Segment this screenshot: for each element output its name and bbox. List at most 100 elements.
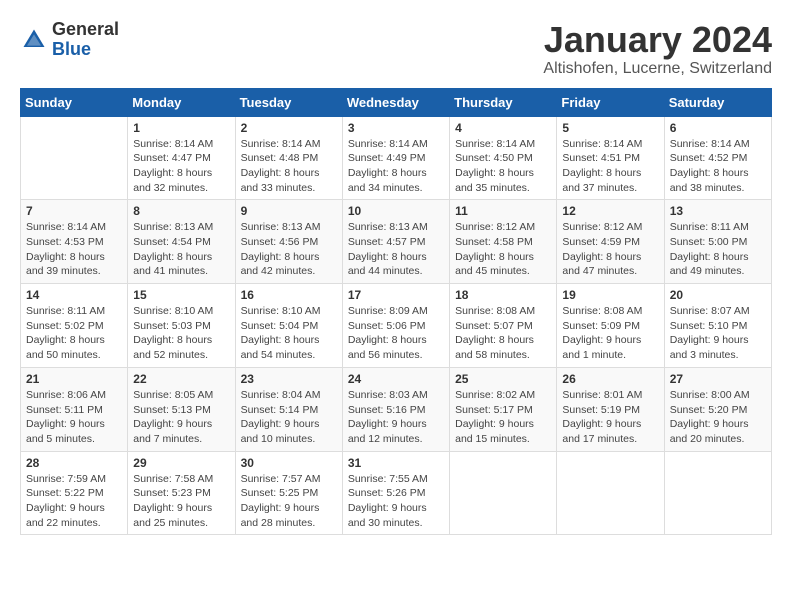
calendar-cell: 10Sunrise: 8:13 AMSunset: 4:57 PMDayligh… bbox=[342, 200, 449, 284]
day-detail: Sunrise: 8:14 AMSunset: 4:51 PMDaylight:… bbox=[562, 137, 658, 196]
calendar-cell: 20Sunrise: 8:07 AMSunset: 5:10 PMDayligh… bbox=[664, 284, 771, 368]
day-number: 4 bbox=[455, 121, 551, 135]
calendar-cell: 11Sunrise: 8:12 AMSunset: 4:58 PMDayligh… bbox=[450, 200, 557, 284]
header-row: SundayMondayTuesdayWednesdayThursdayFrid… bbox=[21, 88, 772, 116]
day-detail: Sunrise: 8:01 AMSunset: 5:19 PMDaylight:… bbox=[562, 388, 658, 447]
day-number: 13 bbox=[670, 204, 766, 218]
day-detail: Sunrise: 8:14 AMSunset: 4:49 PMDaylight:… bbox=[348, 137, 444, 196]
calendar-week-row: 14 Sunrise: 8:11 AMSunset: 5:02 PMDayligh… bbox=[21, 284, 772, 368]
weekday-header: Wednesday bbox=[342, 88, 449, 116]
day-number: 14 bbox=[26, 288, 122, 302]
location-subtitle: Altishofen, Lucerne, Switzerland bbox=[543, 60, 772, 78]
day-detail: Sunrise: 8:14 AMSunset: 4:53 PMDaylight:… bbox=[26, 220, 122, 279]
calendar-cell bbox=[21, 116, 128, 200]
day-number: 24 bbox=[348, 372, 444, 386]
day-detail: Sunrise: 8:04 AMSunset: 5:14 PMDaylight:… bbox=[241, 388, 337, 447]
calendar-cell: 18 Sunrise: 8:08 AMSunset: 5:07 PMDayligh… bbox=[450, 284, 557, 368]
day-number: 9 bbox=[241, 204, 337, 218]
day-detail: Sunrise: 8:13 AMSunset: 4:54 PMDaylight:… bbox=[133, 220, 229, 279]
day-detail: Sunrise: 8:14 AMSunset: 4:48 PMDaylight:… bbox=[241, 137, 337, 196]
calendar-cell bbox=[664, 451, 771, 535]
month-title: January 2024 bbox=[543, 20, 772, 60]
calendar-cell: 15Sunrise: 8:10 AMSunset: 5:03 PMDayligh… bbox=[128, 284, 235, 368]
calendar-cell: 28 Sunrise: 7:59 AMSunset: 5:22 PMDayligh… bbox=[21, 451, 128, 535]
day-detail: Sunrise: 8:11 AMSunset: 5:02 PMDaylight:… bbox=[26, 304, 122, 363]
calendar-cell: 2Sunrise: 8:14 AMSunset: 4:48 PMDaylight… bbox=[235, 116, 342, 200]
calendar-cell: 21 Sunrise: 8:06 AMSunset: 5:11 PMDayligh… bbox=[21, 367, 128, 451]
weekday-header: Monday bbox=[128, 88, 235, 116]
day-detail: Sunrise: 8:10 AMSunset: 5:04 PMDaylight:… bbox=[241, 304, 337, 363]
weekday-header: Tuesday bbox=[235, 88, 342, 116]
day-detail: Sunrise: 7:58 AMSunset: 5:23 PMDaylight:… bbox=[133, 472, 229, 531]
day-detail: Sunrise: 8:14 AMSunset: 4:52 PMDaylight:… bbox=[670, 137, 766, 196]
day-number: 12 bbox=[562, 204, 658, 218]
day-detail: Sunrise: 8:05 AMSunset: 5:13 PMDaylight:… bbox=[133, 388, 229, 447]
calendar-week-row: 21 Sunrise: 8:06 AMSunset: 5:11 PMDayligh… bbox=[21, 367, 772, 451]
day-number: 16 bbox=[241, 288, 337, 302]
calendar-cell: 23 Sunrise: 8:04 AMSunset: 5:14 PMDayligh… bbox=[235, 367, 342, 451]
day-number: 25 bbox=[455, 372, 551, 386]
day-detail: Sunrise: 8:12 AMSunset: 4:58 PMDaylight:… bbox=[455, 220, 551, 279]
calendar-cell: 4Sunrise: 8:14 AMSunset: 4:50 PMDaylight… bbox=[450, 116, 557, 200]
calendar-cell: 25 Sunrise: 8:02 AMSunset: 5:17 PMDayligh… bbox=[450, 367, 557, 451]
day-detail: Sunrise: 7:57 AMSunset: 5:25 PMDaylight:… bbox=[241, 472, 337, 531]
day-number: 30 bbox=[241, 456, 337, 470]
calendar-cell: 29 Sunrise: 7:58 AMSunset: 5:23 PMDayligh… bbox=[128, 451, 235, 535]
day-number: 3 bbox=[348, 121, 444, 135]
calendar-cell: 22 Sunrise: 8:05 AMSunset: 5:13 PMDayligh… bbox=[128, 367, 235, 451]
day-number: 22 bbox=[133, 372, 229, 386]
calendar-cell bbox=[450, 451, 557, 535]
day-detail: Sunrise: 8:11 AMSunset: 5:00 PMDaylight:… bbox=[670, 220, 766, 279]
header: General Blue January 2024 Altishofen, Lu… bbox=[20, 20, 772, 78]
day-number: 6 bbox=[670, 121, 766, 135]
title-block: January 2024 Altishofen, Lucerne, Switze… bbox=[543, 20, 772, 78]
calendar-cell: 24 Sunrise: 8:03 AMSunset: 5:16 PMDayligh… bbox=[342, 367, 449, 451]
logo-blue: Blue bbox=[52, 39, 91, 59]
day-number: 28 bbox=[26, 456, 122, 470]
day-detail: Sunrise: 8:06 AMSunset: 5:11 PMDaylight:… bbox=[26, 388, 122, 447]
day-detail: Sunrise: 8:14 AMSunset: 4:47 PMDaylight:… bbox=[133, 137, 229, 196]
logo-text: General Blue bbox=[52, 20, 119, 60]
calendar-week-row: 1 Sunrise: 8:14 AMSunset: 4:47 PMDaylight… bbox=[21, 116, 772, 200]
day-detail: Sunrise: 8:08 AMSunset: 5:07 PMDaylight:… bbox=[455, 304, 551, 363]
day-detail: Sunrise: 8:12 AMSunset: 4:59 PMDaylight:… bbox=[562, 220, 658, 279]
day-number: 7 bbox=[26, 204, 122, 218]
calendar-cell bbox=[557, 451, 664, 535]
day-number: 29 bbox=[133, 456, 229, 470]
calendar-body: 1 Sunrise: 8:14 AMSunset: 4:47 PMDaylight… bbox=[21, 116, 772, 535]
day-number: 21 bbox=[26, 372, 122, 386]
day-number: 5 bbox=[562, 121, 658, 135]
day-number: 19 bbox=[562, 288, 658, 302]
calendar-cell: 14 Sunrise: 8:11 AMSunset: 5:02 PMDayligh… bbox=[21, 284, 128, 368]
calendar-cell: 17 Sunrise: 8:09 AMSunset: 5:06 PMDayligh… bbox=[342, 284, 449, 368]
logo-general: General bbox=[52, 19, 119, 39]
day-detail: Sunrise: 7:55 AMSunset: 5:26 PMDaylight:… bbox=[348, 472, 444, 531]
calendar-table: SundayMondayTuesdayWednesdayThursdayFrid… bbox=[20, 88, 772, 536]
day-number: 1 bbox=[133, 121, 229, 135]
day-detail: Sunrise: 8:09 AMSunset: 5:06 PMDaylight:… bbox=[348, 304, 444, 363]
calendar-cell: 27Sunrise: 8:00 AMSunset: 5:20 PMDayligh… bbox=[664, 367, 771, 451]
day-number: 31 bbox=[348, 456, 444, 470]
day-number: 26 bbox=[562, 372, 658, 386]
calendar-cell: 8Sunrise: 8:13 AMSunset: 4:54 PMDaylight… bbox=[128, 200, 235, 284]
day-detail: Sunrise: 7:59 AMSunset: 5:22 PMDaylight:… bbox=[26, 472, 122, 531]
calendar-week-row: 28 Sunrise: 7:59 AMSunset: 5:22 PMDayligh… bbox=[21, 451, 772, 535]
calendar-cell: 7 Sunrise: 8:14 AMSunset: 4:53 PMDaylight… bbox=[21, 200, 128, 284]
calendar-cell: 16 Sunrise: 8:10 AMSunset: 5:04 PMDayligh… bbox=[235, 284, 342, 368]
calendar-cell: 13 Sunrise: 8:11 AMSunset: 5:00 PMDayligh… bbox=[664, 200, 771, 284]
day-detail: Sunrise: 8:07 AMSunset: 5:10 PMDaylight:… bbox=[670, 304, 766, 363]
day-detail: Sunrise: 8:02 AMSunset: 5:17 PMDaylight:… bbox=[455, 388, 551, 447]
weekday-header: Sunday bbox=[21, 88, 128, 116]
day-detail: Sunrise: 8:03 AMSunset: 5:16 PMDaylight:… bbox=[348, 388, 444, 447]
calendar-cell: 9 Sunrise: 8:13 AMSunset: 4:56 PMDaylight… bbox=[235, 200, 342, 284]
day-number: 18 bbox=[455, 288, 551, 302]
day-detail: Sunrise: 8:13 AMSunset: 4:56 PMDaylight:… bbox=[241, 220, 337, 279]
calendar-cell: 1 Sunrise: 8:14 AMSunset: 4:47 PMDaylight… bbox=[128, 116, 235, 200]
day-number: 10 bbox=[348, 204, 444, 218]
day-number: 23 bbox=[241, 372, 337, 386]
weekday-header: Friday bbox=[557, 88, 664, 116]
calendar-cell: 19Sunrise: 8:08 AMSunset: 5:09 PMDayligh… bbox=[557, 284, 664, 368]
day-number: 17 bbox=[348, 288, 444, 302]
calendar-cell: 6 Sunrise: 8:14 AMSunset: 4:52 PMDaylight… bbox=[664, 116, 771, 200]
day-detail: Sunrise: 8:00 AMSunset: 5:20 PMDaylight:… bbox=[670, 388, 766, 447]
